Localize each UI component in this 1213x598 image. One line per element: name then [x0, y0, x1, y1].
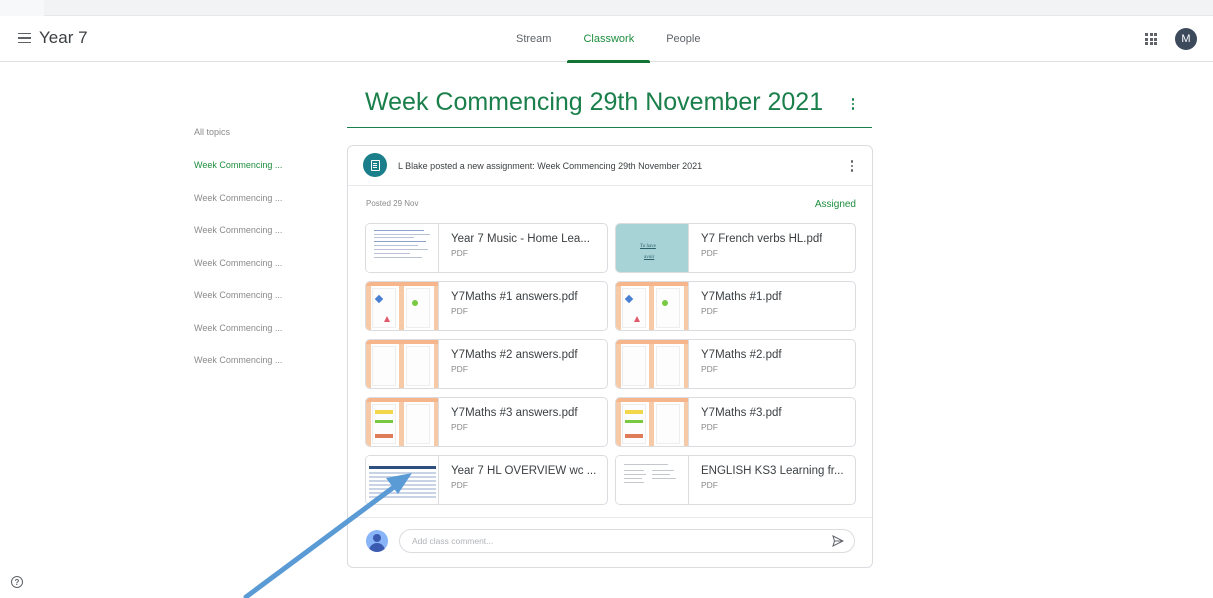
- topic-item[interactable]: Week Commencing ...: [194, 323, 334, 356]
- user-avatar-icon: [366, 530, 388, 552]
- attachment-item[interactable]: Y7Maths #2.pdf PDF: [615, 339, 856, 389]
- attachment-type: PDF: [701, 480, 718, 490]
- topic-item[interactable]: Week Commencing ...: [194, 258, 334, 291]
- attachment-title: Y7Maths #3 answers.pdf: [451, 407, 578, 419]
- topic-heading: Week Commencing 29th November 2021: [365, 88, 824, 116]
- assignment-card: L Blake posted a new assignment: Week Co…: [347, 145, 873, 568]
- posted-date: Posted 29 Nov: [366, 199, 419, 208]
- browser-top-strip-inner: [44, 0, 1213, 16]
- attachment-title: ENGLISH KS3 Learning fr...: [701, 465, 844, 477]
- topic-list: All topics Week Commencing ... Week Comm…: [194, 127, 334, 388]
- tab-classwork[interactable]: Classwork: [567, 16, 650, 63]
- send-icon[interactable]: [832, 535, 844, 547]
- attachment-item[interactable]: Y7Maths #1 answers.pdf PDF: [365, 281, 608, 331]
- post-header[interactable]: L Blake posted a new assignment: Week Co…: [348, 146, 872, 186]
- attachment-title: Y7Maths #1.pdf: [701, 291, 782, 303]
- attachment-type: PDF: [701, 364, 718, 374]
- thumbnail-text: To have: [640, 244, 656, 249]
- attachment-title: Year 7 Music - Home Lea...: [451, 233, 590, 245]
- help-icon[interactable]: ?: [11, 576, 23, 588]
- account-avatar[interactable]: M: [1175, 28, 1197, 50]
- attachment-item[interactable]: ENGLISH KS3 Learning fr... PDF: [615, 455, 856, 505]
- class-comment-input[interactable]: [399, 529, 855, 553]
- attachment-type: PDF: [701, 306, 718, 316]
- tab-bar: Stream Classwork People: [500, 16, 716, 63]
- attachment-thumbnail: [616, 340, 689, 388]
- attachment-grid: Year 7 Music - Home Lea... PDF To have av…: [365, 223, 856, 505]
- class-comment-row: [348, 517, 872, 567]
- attachment-title: Y7Maths #2.pdf: [701, 349, 782, 361]
- top-app-bar: Year 7 Stream Classwork People M: [0, 16, 1213, 63]
- attachment-type: PDF: [701, 248, 718, 258]
- attachment-thumbnail: [366, 340, 439, 388]
- post-text[interactable]: L Blake posted a new assignment: Week Co…: [398, 161, 702, 171]
- attachment-thumbnail: [366, 398, 439, 446]
- tab-people[interactable]: People: [650, 16, 716, 62]
- attachment-thumbnail: [366, 224, 439, 272]
- attachment-thumbnail: [616, 398, 689, 446]
- attachment-item[interactable]: Year 7 HL OVERVIEW wc ... PDF: [365, 455, 608, 505]
- topic-all[interactable]: All topics: [194, 127, 334, 160]
- topic-item[interactable]: Week Commencing ...: [194, 225, 334, 258]
- attachment-type: PDF: [701, 422, 718, 432]
- topic-item[interactable]: Week Commencing ...: [194, 290, 334, 323]
- topic-item[interactable]: Week Commencing ...: [194, 355, 334, 388]
- attachment-thumbnail: [616, 456, 689, 504]
- tab-stream[interactable]: Stream: [500, 16, 567, 62]
- attachment-item[interactable]: Y7Maths #3.pdf PDF: [615, 397, 856, 447]
- status-badge: Assigned: [814, 199, 856, 210]
- attachment-type: PDF: [451, 306, 468, 316]
- attachment-title: Y7Maths #1 answers.pdf: [451, 291, 578, 303]
- class-title[interactable]: Year 7: [39, 28, 88, 48]
- topic-item[interactable]: Week Commencing ...: [194, 160, 334, 193]
- attachment-title: Y7Maths #2 answers.pdf: [451, 349, 578, 361]
- attachment-item[interactable]: Y7Maths #3 answers.pdf PDF: [365, 397, 608, 447]
- assignment-icon: [363, 153, 387, 177]
- attachment-thumbnail: [366, 456, 439, 504]
- attachment-title: Y7 French verbs HL.pdf: [701, 233, 823, 245]
- more-vert-icon[interactable]: [845, 158, 859, 174]
- attachment-item[interactable]: Year 7 Music - Home Lea... PDF: [365, 223, 608, 273]
- attachment-type: PDF: [451, 480, 468, 490]
- attachment-item[interactable]: To have avoir Y7 French verbs HL.pdf PDF: [615, 223, 856, 273]
- attachment-thumbnail: [616, 282, 689, 330]
- topic-divider: [347, 127, 872, 128]
- menu-icon[interactable]: [12, 26, 36, 50]
- attachment-thumbnail: To have avoir: [616, 224, 689, 272]
- browser-top-strip: [0, 0, 1213, 16]
- topic-item[interactable]: Week Commencing ...: [194, 193, 334, 226]
- attachment-type: PDF: [451, 422, 468, 432]
- apps-grid-icon[interactable]: [1145, 33, 1157, 45]
- attachment-item[interactable]: Y7Maths #1.pdf PDF: [615, 281, 856, 331]
- attachment-type: PDF: [451, 248, 468, 258]
- attachment-type: PDF: [451, 364, 468, 374]
- attachment-item[interactable]: Y7Maths #2 answers.pdf PDF: [365, 339, 608, 389]
- more-vert-icon[interactable]: [846, 96, 860, 112]
- attachment-thumbnail: [366, 282, 439, 330]
- attachment-title: Year 7 HL OVERVIEW wc ...: [451, 465, 597, 477]
- thumbnail-text: avoir: [644, 255, 655, 260]
- attachment-title: Y7Maths #3.pdf: [701, 407, 782, 419]
